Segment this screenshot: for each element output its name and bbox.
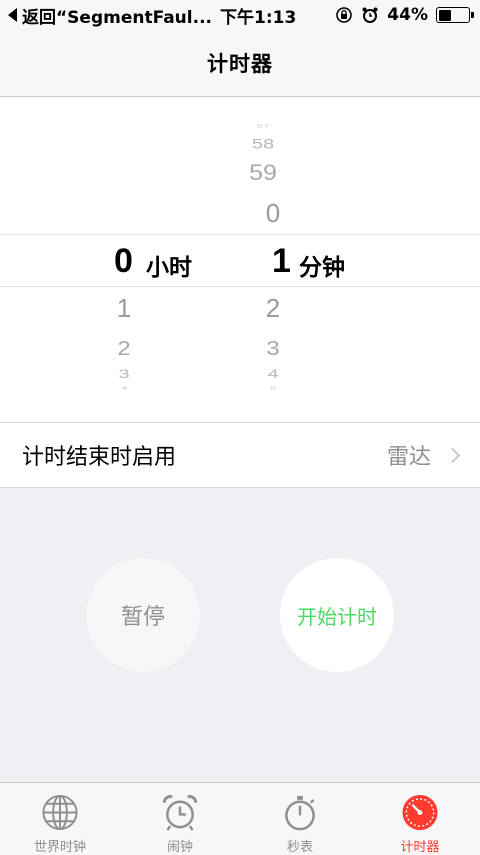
tab-bar: 世界时钟 闹钟 秒表 计时器 (0, 782, 480, 855)
tab-stopwatch[interactable]: 秒表 (240, 783, 360, 855)
when-timer-ends-row[interactable]: 计时结束时启用 雷达 (0, 422, 480, 488)
duration-picker[interactable]: 57 58 59 0 0 小时 1 分钟 1 2 3 4 2 3 4 5 (0, 97, 480, 422)
picker-hour-option[interactable]: 3 (94, 368, 154, 382)
tab-world-clock[interactable]: 世界时钟 (0, 783, 120, 855)
picker-minute-option[interactable]: 3 (243, 337, 303, 361)
picker-minute-option[interactable]: 57 (233, 123, 293, 129)
picker-minute-option[interactable]: 58 (233, 136, 293, 152)
when-timer-ends-label: 计时结束时启用 (22, 445, 177, 470)
sound-value: 雷达 (386, 445, 431, 470)
globe-icon (42, 794, 78, 831)
status-time: 下午1:13 (219, 7, 297, 28)
back-to-app-link[interactable]: 返回“SegmentFaul... (8, 3, 212, 28)
tab-label: 世界时钟 (33, 840, 86, 855)
picker-hour-option[interactable]: 4 (94, 386, 154, 391)
status-bar: 返回“SegmentFaul... 下午1:13 44% (0, 0, 480, 30)
picker-hours-selected[interactable]: 0 (114, 242, 133, 281)
tab-label: 闹钟 (166, 840, 193, 855)
picker-minute-option[interactable]: 0 (243, 198, 303, 229)
chevron-right-icon (444, 447, 461, 463)
tab-label: 计时器 (400, 840, 440, 855)
picker-hour-option[interactable]: 2 (94, 337, 154, 361)
back-arrow-icon (8, 8, 17, 22)
tab-label: 秒表 (286, 840, 313, 855)
rotation-lock-icon (336, 7, 353, 23)
battery-percentage: 44% (387, 5, 428, 25)
navigation-bar: 计时器 (0, 30, 480, 97)
start-timer-button[interactable]: 开始计时 (280, 558, 394, 672)
battery-icon (436, 7, 474, 23)
tab-timer[interactable]: 计时器 (360, 783, 480, 855)
tab-alarm[interactable]: 闹钟 (120, 783, 240, 855)
pause-button[interactable]: 暂停 (86, 558, 200, 672)
picker-minutes-unit: 分钟 (299, 255, 345, 281)
page-title: 计时器 (207, 52, 273, 76)
alarm-icon (362, 7, 378, 23)
picker-minute-option[interactable]: 5 (243, 386, 303, 391)
picker-minute-option[interactable]: 59 (233, 160, 293, 186)
timer-icon (402, 794, 438, 831)
picker-minute-option[interactable]: 4 (243, 368, 303, 382)
picker-minute-option[interactable]: 2 (243, 293, 303, 324)
picker-selection-band (0, 234, 480, 287)
alarm-clock-icon (162, 795, 198, 831)
stopwatch-icon (285, 795, 315, 831)
picker-minutes-selected[interactable]: 1 (272, 242, 291, 281)
back-app-text: 返回“SegmentFaul... (22, 7, 212, 28)
picker-hours-unit: 小时 (146, 255, 192, 281)
picker-hour-option[interactable]: 1 (94, 293, 154, 324)
